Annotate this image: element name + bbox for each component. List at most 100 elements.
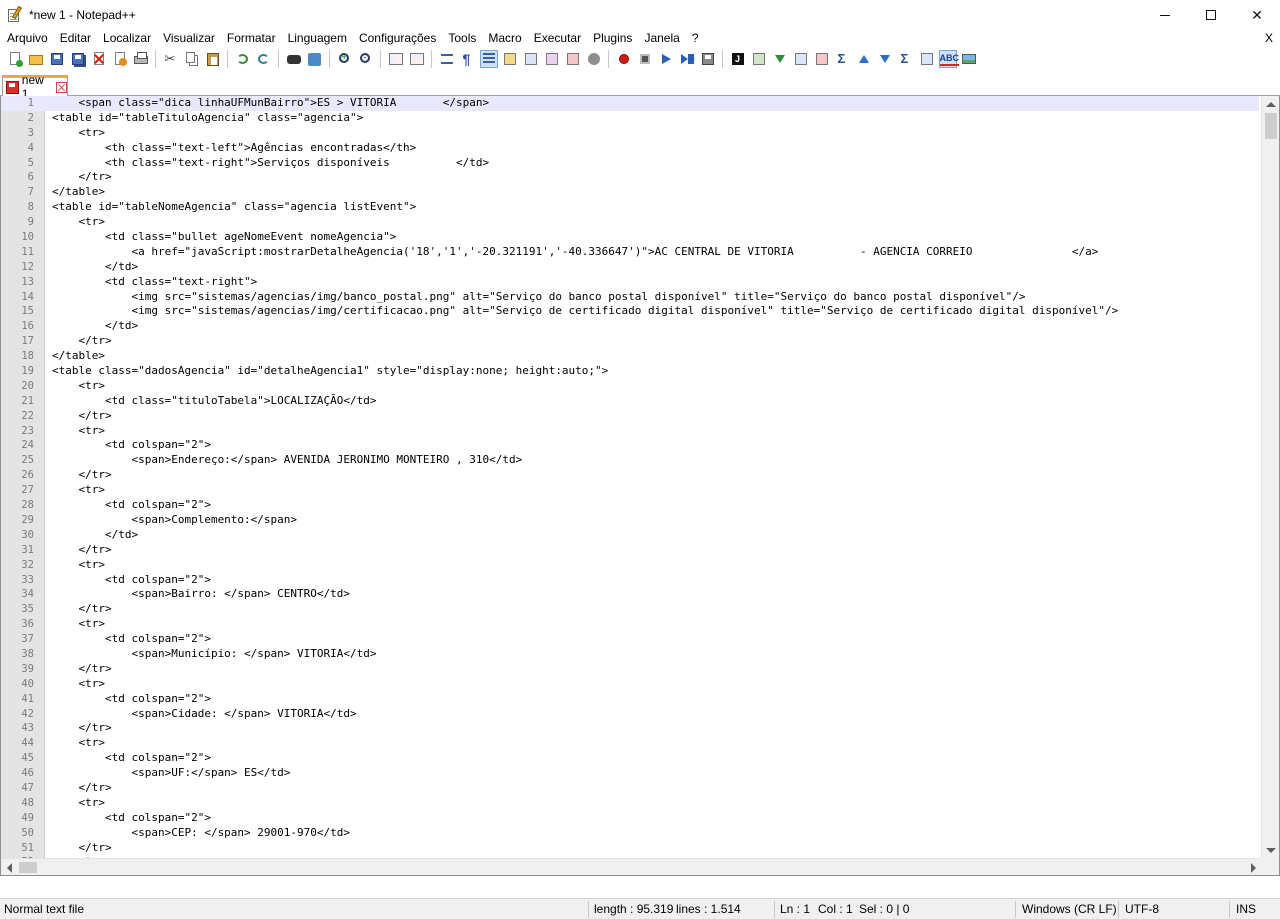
code-line[interactable]: 15 <img src="sistemas/agencias/img/certi… (1, 304, 1259, 319)
user-language-icon[interactable] (502, 51, 518, 67)
code-text[interactable]: </tr> (52, 602, 111, 617)
code-line[interactable]: 34 <span>Bairro: </span> CENTRO</td> (1, 587, 1259, 602)
code-text[interactable]: <tr> (52, 126, 105, 141)
scroll-up-icon[interactable] (1266, 102, 1276, 107)
code-text[interactable]: <img src="sistemas/agencias/img/certific… (52, 304, 1118, 319)
code-line[interactable]: 46 <span>UF:</span> ES</td> (1, 766, 1259, 781)
code-line[interactable]: 32 <tr> (1, 558, 1259, 573)
close-window-button[interactable]: ✕ (1234, 0, 1280, 30)
horizontal-scrollbar[interactable] (1, 858, 1262, 875)
code-text[interactable]: <table id="tableNomeAgencia" class="agen… (52, 200, 416, 215)
menu-janela[interactable]: Janela (638, 30, 685, 46)
scroll-right-icon[interactable] (1251, 863, 1256, 873)
code-line[interactable]: 30 </td> (1, 528, 1259, 543)
zoom-out-icon[interactable] (358, 51, 374, 67)
code-line[interactable]: 23 <tr> (1, 424, 1259, 439)
sync-vertical-icon[interactable] (388, 51, 404, 67)
code-text[interactable]: </tr> (52, 170, 111, 185)
move-up-icon[interactable] (856, 51, 872, 67)
code-line[interactable]: 37 <td colspan="2"> (1, 632, 1259, 647)
code-line[interactable]: 10 <td class="bullet ageNomeEvent nomeAg… (1, 230, 1259, 245)
code-text[interactable]: <tr> (52, 424, 105, 439)
code-line[interactable]: 36 <tr> (1, 617, 1259, 632)
code-line[interactable]: 26 </tr> (1, 468, 1259, 483)
code-text[interactable]: <tr> (52, 617, 105, 632)
menu-plugins[interactable]: Plugins (587, 30, 638, 46)
code-text[interactable]: <table id="tableTituloAgencia" class="ag… (52, 111, 363, 126)
redo-icon[interactable] (256, 51, 272, 67)
code-line[interactable]: 11 <a href="javaScript:mostrarDetalheAge… (1, 245, 1259, 260)
code-text[interactable]: </table> (52, 349, 105, 364)
save-icon[interactable] (49, 51, 65, 67)
code-text[interactable]: <span>UF:</span> ES</td> (52, 766, 290, 781)
code-text[interactable]: </table> (52, 185, 105, 200)
code-line[interactable]: 13 <td class="text-right"> (1, 275, 1259, 290)
minimize-button[interactable] (1142, 0, 1188, 30)
code-line[interactable]: 31 </tr> (1, 543, 1259, 558)
copy-icon[interactable] (184, 51, 200, 67)
code-text[interactable]: </td> (52, 319, 138, 334)
scroll-down-icon[interactable] (1266, 848, 1276, 853)
code-text[interactable]: <th class="text-right">Serviços disponív… (52, 156, 489, 171)
code-text[interactable]: <span>Endereço:</span> AVENIDA JERONIMO … (52, 453, 522, 468)
menu-macro[interactable]: Macro (482, 30, 527, 46)
code-text[interactable]: <span>CEP: </span> 29001-970</td> (52, 826, 350, 841)
vertical-scroll-thumb[interactable] (1265, 113, 1277, 139)
code-line[interactable]: 5 <th class="text-right">Serviços dispon… (1, 156, 1259, 171)
code-text[interactable]: <tr> (52, 483, 105, 498)
code-text[interactable]: </tr> (52, 543, 111, 558)
menu-editar[interactable]: Editar (54, 30, 97, 46)
code-line[interactable]: 39 </tr> (1, 662, 1259, 677)
code-text[interactable]: <span>Bairro: </span> CENTRO</td> (52, 587, 350, 602)
code-text[interactable]: <tr> (52, 379, 105, 394)
close-document-button[interactable]: X (1265, 30, 1273, 46)
code-line[interactable]: 19 <table class="dadosAgencia" id="detalh… (1, 364, 1259, 379)
code-line[interactable]: 24 <td colspan="2"> (1, 438, 1259, 453)
scroll-left-icon[interactable] (7, 863, 12, 873)
code-line[interactable]: 38 <span>Município: </span> VITORIA</td> (1, 647, 1259, 662)
doc-map-icon[interactable] (523, 51, 539, 67)
menu-localizar[interactable]: Localizar (97, 30, 157, 46)
code-text[interactable]: <td colspan="2"> (52, 692, 211, 707)
code-line[interactable]: 9 <tr> (1, 215, 1259, 230)
folder-as-workspace-icon[interactable] (565, 51, 581, 67)
new-file-icon[interactable] (7, 51, 23, 67)
menu-visualizar[interactable]: Visualizar (157, 30, 221, 46)
menu-tools[interactable]: Tools (442, 30, 482, 46)
spell-check-icon[interactable]: ABC (938, 50, 959, 68)
grid-icon[interactable] (919, 51, 935, 67)
code-line[interactable]: 40 <tr> (1, 677, 1259, 692)
code-text[interactable]: <td colspan="2"> (52, 751, 211, 766)
code-text[interactable]: <td class="bullet ageNomeEvent nomeAgenc… (52, 230, 396, 245)
code-text[interactable]: <td colspan="2"> (52, 573, 211, 588)
image-icon[interactable] (961, 51, 977, 67)
record-macro-icon[interactable] (616, 51, 632, 67)
stop-record-icon[interactable] (637, 51, 653, 67)
code-line[interactable]: 48 <tr> (1, 796, 1259, 811)
code-text[interactable]: </tr> (52, 468, 111, 483)
menu-configuracoes[interactable]: Configurações (353, 30, 442, 46)
code-text[interactable]: </tr> (52, 662, 111, 677)
code-line[interactable]: 1 <span class="dica linhaUFMunBairro">ES… (1, 96, 1259, 111)
code-line[interactable]: 29 <span>Complemento:</span> (1, 513, 1259, 528)
code-line[interactable]: 16 </td> (1, 319, 1259, 334)
vertical-scrollbar[interactable] (1261, 96, 1279, 859)
code-line[interactable]: 18 </table> (1, 349, 1259, 364)
code-line[interactable]: 35 </tr> (1, 602, 1259, 617)
code-text[interactable]: <td colspan="2"> (52, 498, 211, 513)
code-line[interactable]: 6 </tr> (1, 170, 1259, 185)
code-text[interactable]: </td> (52, 528, 138, 543)
code-text[interactable]: <tr> (52, 215, 105, 230)
code-text[interactable]: <span>Cidade: </span> VITORIA</td> (52, 707, 356, 722)
code-line[interactable]: 22 </tr> (1, 409, 1259, 424)
code-text[interactable]: <table class="dadosAgencia" id="detalheA… (52, 364, 608, 379)
menu-executar[interactable]: Executar (528, 30, 587, 46)
code-line[interactable]: 50 <span>CEP: </span> 29001-970</td> (1, 826, 1259, 841)
horizontal-scroll-thumb[interactable] (19, 862, 37, 873)
sigma-icon[interactable]: Σ (835, 51, 851, 67)
code-line[interactable]: 2 <table id="tableTituloAgencia" class="a… (1, 111, 1259, 126)
code-text[interactable]: <tr> (52, 796, 105, 811)
code-line[interactable]: 28 <td colspan="2"> (1, 498, 1259, 513)
code-text[interactable]: <td colspan="2"> (52, 811, 211, 826)
jslint-icon[interactable]: J (730, 51, 746, 67)
